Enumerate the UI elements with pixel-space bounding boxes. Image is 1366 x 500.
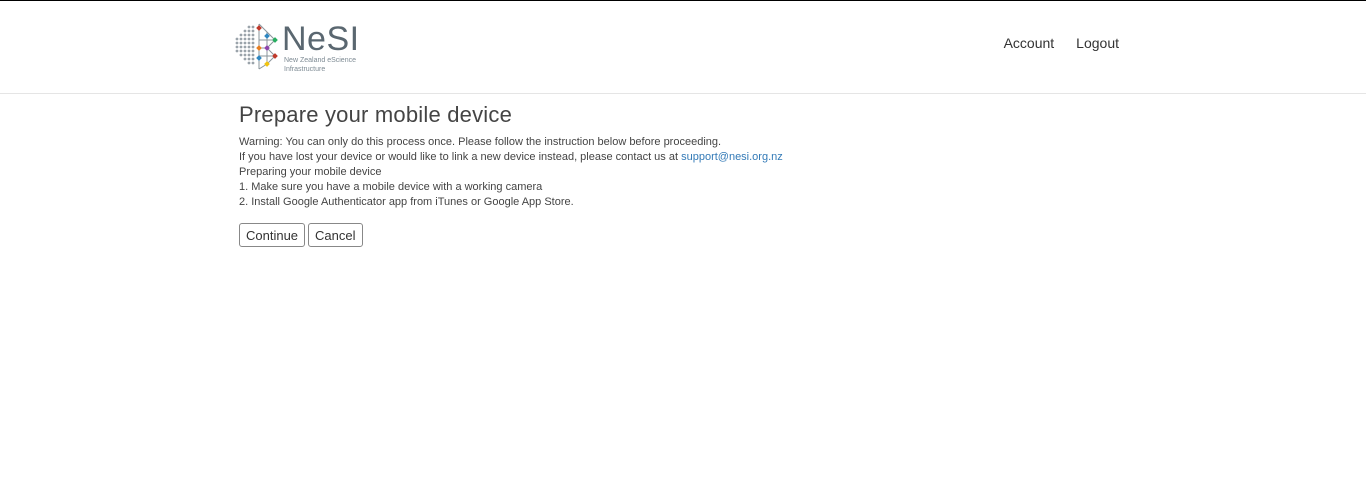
nesi-logo[interactable]: NeSI New Zealand eScience Infrastructure — [234, 21, 364, 75]
navbar: NeSI New Zealand eScience Infrastructure… — [0, 1, 1366, 94]
logo-subtitle: New Zealand eScience Infrastructure — [284, 57, 356, 73]
action-buttons: Continue Cancel — [239, 223, 1139, 247]
lost-device-line: If you have lost your device or would li… — [239, 150, 1139, 165]
nav-account-link[interactable]: Account — [1004, 35, 1055, 51]
page-title: Prepare your mobile device — [239, 102, 513, 127]
logo-grid-icon — [235, 23, 278, 70]
warning-text: Warning: You can only do this process on… — [239, 136, 722, 148]
main-content: Prepare your mobile device Warning: You … — [239, 101, 1139, 247]
continue-button[interactable]: Continue — [239, 223, 306, 247]
nav-links: Account Logout — [1004, 35, 1119, 51]
nav-logout-link[interactable]: Logout — [1076, 35, 1119, 51]
logo-wordmark: NeSI — [282, 20, 360, 58]
instructions: Warning: You can only do this process on… — [239, 135, 1139, 210]
step-1-text: 1. Make sure you have a mobile device wi… — [239, 181, 543, 193]
cancel-button[interactable]: Cancel — [308, 223, 363, 247]
preparing-heading: Preparing your mobile device — [239, 166, 382, 178]
step-2-text: 2. Install Google Authenticator app from… — [239, 196, 574, 208]
support-email-link[interactable]: support@nesi.org.nz — [681, 151, 783, 163]
lost-device-text: If you have lost your device or would li… — [239, 151, 679, 163]
